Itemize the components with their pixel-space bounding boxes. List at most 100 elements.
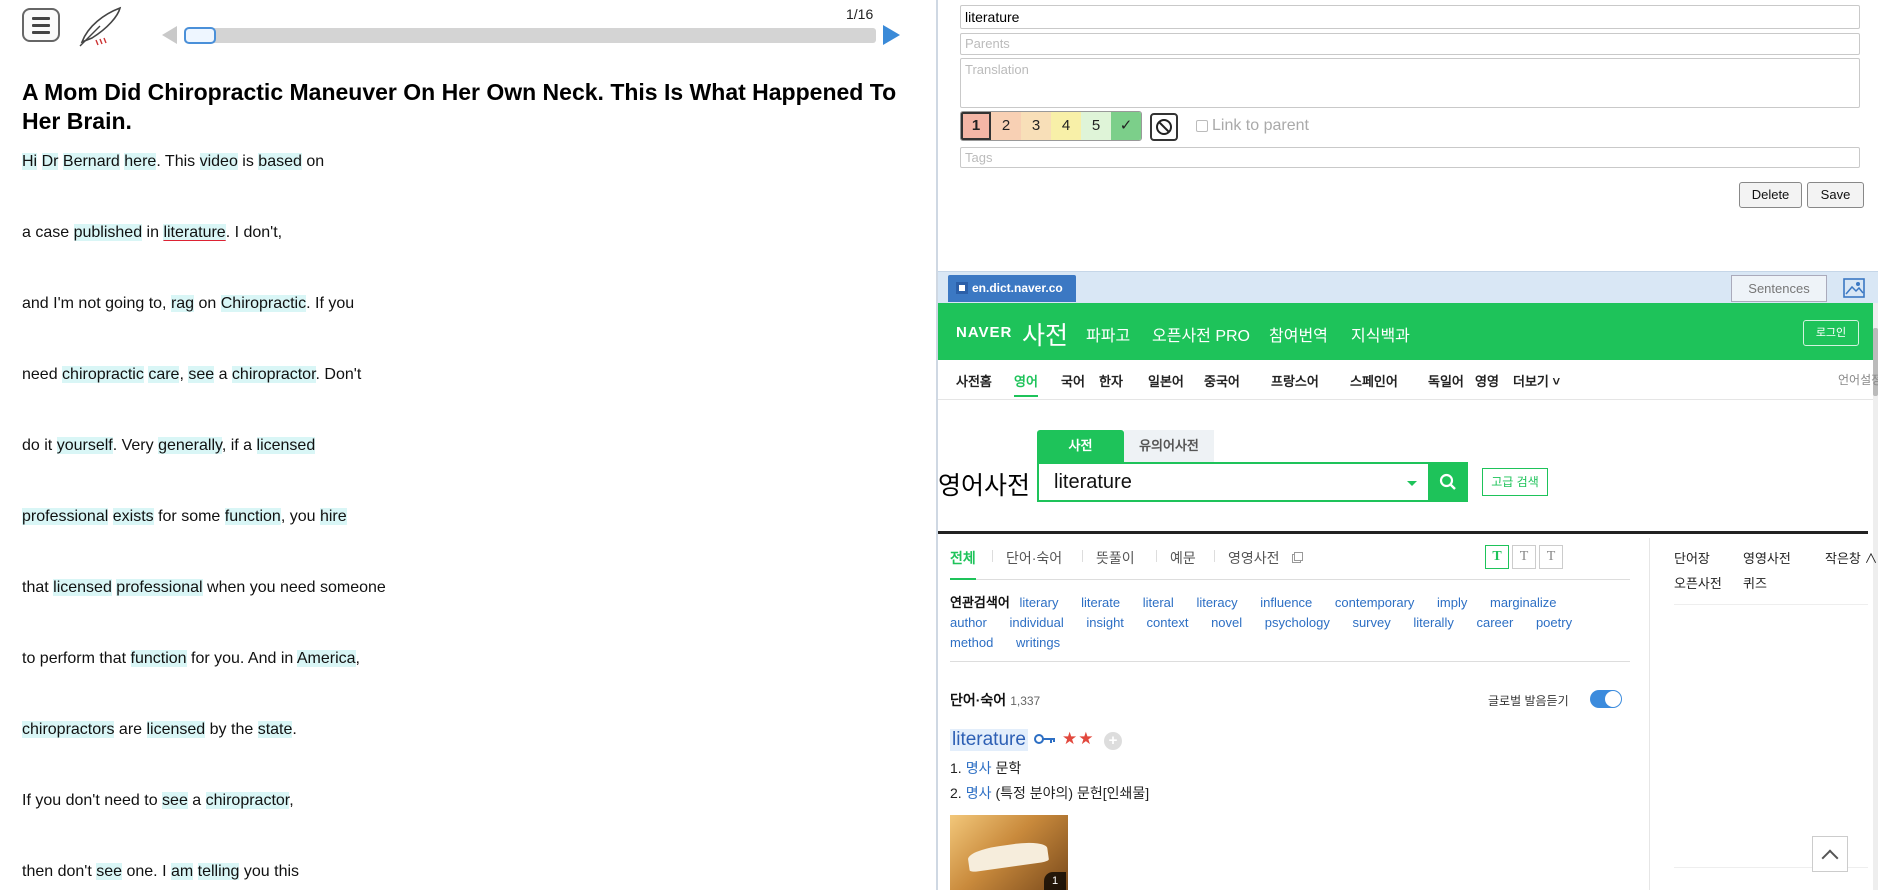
side-link-english-dict[interactable]: 영영사전 [1743,548,1791,567]
result-tab-words[interactable]: 단어·숙어 [1006,548,1062,568]
lang-tab-0[interactable]: 사전홈 [956,371,992,390]
result-tab-english-english[interactable]: 영영사전 [1228,548,1280,568]
level-button-1[interactable]: 1 [961,112,991,140]
ignore-word-button[interactable] [1150,113,1178,141]
browser-tab[interactable]: en.dict.naver.co [948,275,1076,302]
related-search-link[interactable]: author [950,615,987,630]
related-search-link[interactable]: writings [1016,635,1060,650]
highlighted-word[interactable]: chiropractic [62,366,144,383]
lang-tab-2[interactable]: 국어 [1061,371,1085,390]
related-search-link[interactable]: individual [1010,615,1064,630]
login-button[interactable]: 로그인 [1803,320,1859,346]
related-search-link[interactable]: influence [1260,595,1312,610]
level-button-3[interactable]: 3 [1021,112,1051,140]
highlighted-word[interactable]: professional [116,579,203,596]
scroll-to-top-button[interactable] [1812,836,1848,872]
progress-slider[interactable] [184,27,876,44]
related-search-link[interactable]: career [1476,615,1513,630]
side-link-wordbook[interactable]: 단어장 [1674,548,1710,567]
related-search-link[interactable]: imply [1437,595,1467,610]
lang-tab-6[interactable]: 프랑스어 [1271,371,1319,390]
font-size-medium-icon[interactable]: T [1512,545,1536,569]
page-scrollbar[interactable] [1873,303,1878,890]
highlighted-word[interactable]: licensed [53,579,112,596]
highlighted-word[interactable]: see [162,792,188,809]
highlighted-word[interactable]: chiropractors [22,721,115,738]
level-button-4[interactable]: 4 [1051,112,1081,140]
menu-translation[interactable]: 참여번역 [1269,322,1328,346]
entry-image[interactable]: 1 [950,815,1068,890]
lang-tab-4[interactable]: 일본어 [1148,371,1184,390]
highlighted-word[interactable]: see [188,366,215,383]
related-search-link[interactable]: poetry [1536,615,1572,630]
language-setting-link[interactable]: 언어설정 [1838,371,1878,388]
result-tab-all[interactable]: 전체 [950,548,976,580]
highlighted-word[interactable]: function [130,650,187,667]
checkbox-icon[interactable] [1196,120,1208,132]
parents-field[interactable]: Parents [960,33,1860,55]
related-search-link[interactable]: psychology [1265,615,1330,630]
external-window-icon[interactable] [1292,552,1303,563]
highlighted-word[interactable]: function [224,508,281,525]
level-button-2[interactable]: 2 [991,112,1021,140]
side-link-open-dict[interactable]: 오픈사전 [1674,573,1722,592]
autocomplete-caret-icon[interactable] [1407,481,1417,486]
lang-tab-10[interactable]: 더보기 ˅ [1513,371,1560,390]
side-link-quiz[interactable]: 퀴즈 [1743,573,1767,592]
save-button[interactable]: Save [1807,182,1864,208]
next-page-arrow-icon[interactable] [883,25,900,45]
lang-tab-1[interactable]: 영어 [1014,371,1038,397]
highlighted-word[interactable]: America [296,650,356,667]
progress-slider-thumb[interactable] [184,27,216,44]
related-search-link[interactable]: insight [1086,615,1124,630]
highlighted-word[interactable]: professional [22,508,109,525]
level-button-6[interactable]: ✓ [1111,112,1141,140]
related-search-link[interactable]: literary [1019,595,1058,610]
highlighted-word[interactable]: am [170,863,194,880]
highlighted-word[interactable]: here [124,153,157,170]
highlighted-word[interactable]: published [73,224,143,241]
global-pronunciation-toggle[interactable] [1590,690,1622,708]
highlighted-word[interactable]: licensed [146,721,206,738]
font-size-large-icon[interactable]: T [1539,545,1563,569]
highlighted-word[interactable]: Chiropractic [220,295,307,312]
sentences-button[interactable]: Sentences [1731,275,1827,302]
menu-open-dict-pro[interactable]: 오픈사전 PRO [1152,322,1250,346]
related-search-link[interactable]: literal [1143,595,1174,610]
delete-button[interactable]: Delete [1739,182,1802,208]
hamburger-menu-button[interactable] [22,8,60,42]
lang-tab-5[interactable]: 중국어 [1204,371,1240,390]
lang-tab-8[interactable]: 독일어 [1428,371,1464,390]
highlighted-word[interactable]: generally [158,437,222,454]
related-search-link[interactable]: contemporary [1335,595,1414,610]
side-link-small-window[interactable]: 작은창 ∧ [1825,548,1878,567]
highlighted-word[interactable]: literature [163,224,226,241]
entry-headword[interactable]: literature [950,729,1028,751]
lang-tab-9[interactable]: 영영 [1475,371,1499,390]
lang-tab-7[interactable]: 스페인어 [1350,371,1398,390]
related-search-link[interactable]: novel [1211,615,1242,630]
related-search-link[interactable]: literally [1413,615,1453,630]
word-field[interactable]: literature [960,5,1860,29]
image-icon[interactable] [1843,278,1865,298]
highlighted-word[interactable]: hire [319,508,347,525]
highlighted-word[interactable]: rag [170,295,195,312]
lang-tab-3[interactable]: 한자 [1099,371,1123,390]
search-button[interactable] [1428,462,1468,502]
related-search-link[interactable]: literacy [1196,595,1237,610]
dictionary-link[interactable]: 사전 [1022,316,1068,352]
translation-field[interactable]: Translation [960,58,1860,108]
highlighted-word[interactable]: state [257,721,293,738]
highlighted-word[interactable]: yourself [56,437,113,454]
tags-field[interactable]: Tags [960,147,1860,168]
highlighted-word[interactable]: chiropractor [205,792,290,809]
result-tab-meaning[interactable]: 뜻풀이 [1096,548,1135,568]
link-to-parent-checkbox[interactable]: Link to parent [1196,117,1309,135]
highlighted-word[interactable]: Dr [41,153,59,170]
highlighted-word[interactable]: chiropractor [231,366,316,383]
related-search-link[interactable]: method [950,635,993,650]
font-size-small-icon[interactable]: T [1485,545,1509,569]
related-search-link[interactable]: survey [1352,615,1390,630]
add-to-wordbook-icon[interactable]: + [1104,732,1122,750]
level-button-5[interactable]: 5 [1081,112,1111,140]
